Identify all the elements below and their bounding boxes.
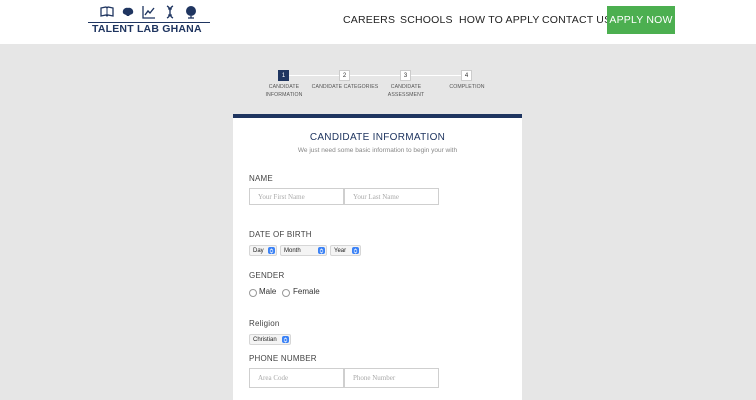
- gender-label: GENDER: [249, 271, 285, 280]
- day-select-value: Day: [253, 247, 264, 254]
- first-name-input[interactable]: Your First Name: [249, 188, 344, 205]
- religion-select-value: Christian: [253, 336, 277, 343]
- step-3-number: 3: [400, 70, 411, 81]
- site-logo[interactable]: TALENT LAB GHANA: [88, 3, 212, 35]
- book-icon: [100, 6, 114, 17]
- last-name-input[interactable]: Your Last Name: [344, 188, 439, 205]
- gender-female-label[interactable]: Female: [293, 287, 320, 296]
- religion-select[interactable]: Christian: [249, 334, 291, 345]
- chevron-updown-icon: [318, 247, 325, 254]
- name-label: NAME: [249, 174, 273, 183]
- dna-icon: [166, 5, 174, 19]
- gender-male-label[interactable]: Male: [259, 287, 276, 296]
- nav-schools[interactable]: SCHOOLS: [400, 14, 453, 26]
- chart-icon: [142, 6, 155, 19]
- step-1-label: CANDIDATE INFORMATION: [265, 84, 303, 98]
- phone-number-input[interactable]: Phone Number: [344, 368, 439, 388]
- chevron-updown-icon: [352, 247, 359, 254]
- nav-contact-us[interactable]: CONTACT US: [542, 14, 611, 26]
- globe-icon: [186, 6, 196, 19]
- chevron-updown-icon: [282, 336, 289, 343]
- day-select[interactable]: Day: [249, 245, 277, 256]
- nav-how-to-apply[interactable]: HOW TO APPLY: [459, 14, 540, 26]
- logo-icons: [100, 3, 198, 21]
- gender-female-radio[interactable]: [282, 289, 290, 297]
- month-select[interactable]: Month: [280, 245, 327, 256]
- step-4-label: COMPLETION: [449, 84, 485, 90]
- chevron-updown-icon: [268, 247, 275, 254]
- phone-label: PHONE NUMBER: [249, 354, 317, 363]
- area-code-input[interactable]: Area Code: [249, 368, 344, 388]
- apply-now-button[interactable]: APPLY NOW: [607, 6, 675, 34]
- candidate-form-card: CANDIDATE INFORMATION We just need some …: [233, 114, 522, 400]
- religion-label: Religion: [249, 319, 280, 328]
- step-1-number: 1: [278, 70, 289, 81]
- step-2-number: 2: [339, 70, 350, 81]
- step-3-label: CANDIDATE ASSESSMENT: [387, 84, 425, 98]
- brain-icon: [122, 7, 134, 16]
- dob-label: DATE OF BIRTH: [249, 230, 312, 239]
- stepper-line: [289, 75, 467, 76]
- nav-careers[interactable]: CAREERS: [343, 14, 395, 26]
- logo-text: TALENT LAB GHANA: [92, 23, 202, 35]
- year-select-value: Year: [334, 247, 347, 254]
- form-subtitle: We just need some basic information to b…: [297, 147, 458, 154]
- gender-male-radio[interactable]: [249, 289, 257, 297]
- progress-stepper: 1 CANDIDATE INFORMATION 2 CANDIDATE CATE…: [250, 68, 510, 108]
- year-select[interactable]: Year: [330, 245, 361, 256]
- site-header: TALENT LAB GHANA CAREERS SCHOOLS HOW TO …: [0, 0, 756, 44]
- step-4-number: 4: [461, 70, 472, 81]
- step-2-label: CANDIDATE CATEGORIES: [311, 84, 379, 90]
- form-title: CANDIDATE INFORMATION: [309, 132, 446, 143]
- month-select-value: Month: [284, 247, 301, 254]
